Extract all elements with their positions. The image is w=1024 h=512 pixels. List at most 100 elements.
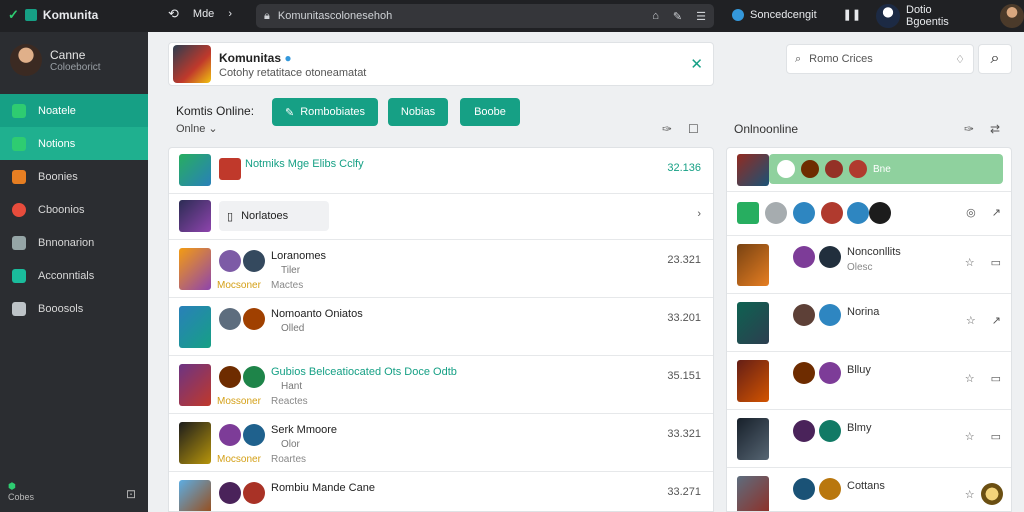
share-icon[interactable]: ↗ bbox=[992, 314, 1001, 327]
badge-icon[interactable] bbox=[981, 483, 1003, 505]
sub-tab[interactable]: ▯ Norlatoes bbox=[219, 201, 329, 231]
avatar bbox=[243, 424, 265, 446]
home-icon[interactable]: ⌂ bbox=[652, 10, 659, 23]
filter-pill[interactable]: Boobe bbox=[460, 98, 520, 126]
chat-icon[interactable]: ▭ bbox=[991, 256, 1001, 269]
edit-icon[interactable]: ✎ bbox=[673, 10, 682, 23]
list-item[interactable]: Cottans ☆▭ bbox=[727, 468, 1011, 511]
nav-label[interactable]: Mde bbox=[193, 8, 214, 20]
list-item[interactable]: Nonconllits Olesc ☆ ▭ bbox=[727, 236, 1011, 294]
menu-icon[interactable]: ☰ bbox=[696, 10, 706, 23]
avatar bbox=[243, 482, 265, 504]
item-title: Blmy bbox=[847, 422, 872, 434]
bell-icon[interactable]: ♢ bbox=[955, 53, 965, 66]
file-icon: ▯ bbox=[227, 210, 234, 223]
share-icon[interactable]: ↗ bbox=[992, 206, 1001, 219]
pin-icon[interactable]: ✑ bbox=[662, 122, 672, 136]
list-item[interactable]: Nomoanto Oniatos Olled 33.201 bbox=[169, 298, 713, 356]
profile-card[interactable]: Canne Coloeborict bbox=[10, 44, 101, 76]
item-count: 33.201 bbox=[667, 312, 701, 324]
swap-icon[interactable]: ⇄ bbox=[990, 122, 1000, 136]
list-item[interactable]: ◎ ↗ bbox=[727, 192, 1011, 236]
search-input[interactable]: ⌕ Romo Crices ♢ bbox=[786, 44, 974, 74]
game-thumbnail bbox=[737, 154, 769, 186]
sidebar-item-boonies[interactable]: Boonies bbox=[0, 160, 148, 193]
item-count: 33.321 bbox=[667, 428, 701, 440]
chevron-right-icon[interactable]: › bbox=[228, 8, 232, 20]
star-icon[interactable]: ☆ bbox=[966, 314, 976, 327]
avatar bbox=[793, 420, 815, 442]
page-subtitle: Cotohy retatitace otoneamatat bbox=[219, 67, 367, 79]
game-thumbnail bbox=[179, 480, 211, 511]
extension-label: Soncedcengit bbox=[750, 8, 817, 21]
search-icon: ⌕ bbox=[795, 52, 802, 65]
star-icon[interactable]: ☆ bbox=[965, 430, 975, 443]
chat-icon[interactable]: ☐ bbox=[688, 122, 699, 136]
sidebar-item-label: Noatele bbox=[38, 104, 76, 117]
list-item[interactable]: Loranomes Tiler Mocsoner Mactes 23.321 bbox=[169, 240, 713, 298]
list-item[interactable]: Gubios Belceatiocated Ots Doce Odtb Hant… bbox=[169, 356, 713, 414]
tool-icon bbox=[12, 301, 26, 316]
filter-pill-label: Rombobiates bbox=[300, 106, 366, 118]
avatar bbox=[219, 308, 241, 330]
list-item[interactable]: ▯ Norlatoes › bbox=[169, 194, 713, 240]
sidebar-item-bnnonarion[interactable]: Bnnonarion bbox=[0, 226, 148, 259]
check-icon: ✓ bbox=[8, 7, 19, 22]
sidebar-menu: Noatele Notions Boonies Cboonios Bnnonar… bbox=[0, 94, 148, 325]
online-banner[interactable]: Bne bbox=[769, 154, 1003, 184]
avatar bbox=[793, 246, 815, 268]
list-item[interactable]: Norina ☆ ↗ bbox=[727, 294, 1011, 352]
expand-icon[interactable]: ⊡ bbox=[126, 487, 136, 502]
back-icon[interactable]: ⟲ bbox=[168, 6, 179, 22]
search-text: Romo Crices bbox=[809, 53, 873, 65]
star-icon[interactable]: ☆ bbox=[965, 372, 975, 385]
brand-label: Komunita bbox=[42, 8, 99, 22]
list-item[interactable]: Bne bbox=[727, 148, 1011, 192]
chevron-right-icon[interactable]: › bbox=[697, 208, 701, 220]
star-icon[interactable]: ☆ bbox=[965, 488, 975, 501]
sidebar: Canne Coloeborict Noatele Notions Boonie… bbox=[0, 32, 148, 512]
sidebar-item-booosols[interactable]: Booosols bbox=[0, 292, 148, 325]
app-brand[interactable]: ✓ Komunita bbox=[8, 7, 98, 23]
list-item[interactable]: Notmiks Mge Elibs Cclfy 32.136 bbox=[169, 148, 713, 194]
address-bar[interactable]: 🔒︎ Komunitascolonesehoh ⌂ ✎ ☰ bbox=[256, 4, 714, 28]
avatar bbox=[819, 478, 841, 500]
filter-sub[interactable]: Onlne ⌄ bbox=[176, 122, 218, 135]
chat-icon[interactable]: ▭ bbox=[991, 430, 1001, 443]
profile-avatar[interactable] bbox=[1000, 4, 1024, 28]
item-sub: Tiler bbox=[281, 265, 301, 276]
search-button[interactable]: ⌕ bbox=[978, 44, 1012, 74]
pause-icon[interactable]: ❚❚ bbox=[843, 8, 861, 21]
avatar bbox=[825, 160, 843, 178]
star-icon[interactable]: ☆ bbox=[965, 256, 975, 269]
game-thumbnail bbox=[737, 418, 769, 460]
game-thumbnail bbox=[737, 476, 769, 511]
sidebar-item-cboonios[interactable]: Cboonios bbox=[0, 193, 148, 226]
filter-pill[interactable]: Nobias bbox=[388, 98, 448, 126]
chat-icon[interactable]: ▭ bbox=[991, 372, 1001, 385]
game-thumbnail bbox=[179, 306, 211, 348]
sidebar-item-notions[interactable]: Notions bbox=[0, 127, 148, 160]
sidebar-item-acconntials[interactable]: Acconntials bbox=[0, 259, 148, 292]
sidebar-item-noatele[interactable]: Noatele bbox=[0, 94, 148, 127]
list-item[interactable]: Serk Mmoore Olor Mocsoner Roartes 33.321 bbox=[169, 414, 713, 472]
item-title: Blluy bbox=[847, 364, 871, 376]
close-icon[interactable]: ✕ bbox=[690, 55, 703, 73]
address-text: Komunitascolonesehoh bbox=[277, 10, 393, 22]
sidebar-item-label: Boonies bbox=[38, 170, 78, 183]
pin-icon[interactable]: ✑ bbox=[964, 122, 974, 136]
list-item[interactable]: Blluy ☆ ▭ bbox=[727, 352, 1011, 410]
list-item[interactable]: Blmy ☆ ▭ bbox=[727, 410, 1011, 468]
avatar bbox=[737, 202, 759, 224]
sidebar-item-label: Acconntials bbox=[38, 269, 95, 282]
game-thumbnail bbox=[179, 364, 211, 406]
filter-pill[interactable]: ✎ Rombobiates bbox=[272, 98, 378, 126]
user-menu[interactable]: Dotio Bgoentis bbox=[876, 4, 1024, 28]
profile-name: Canne bbox=[50, 47, 86, 62]
item-tag: Mactes bbox=[271, 280, 304, 291]
list-item[interactable]: Rombiu Mande Cane 33.271 bbox=[169, 472, 713, 511]
bottom-item[interactable]: ⬢ Cobes bbox=[8, 481, 34, 502]
extension-area[interactable]: Soncedcengit ❚❚ bbox=[732, 8, 861, 21]
avatar bbox=[819, 246, 841, 268]
target-icon[interactable]: ◎ bbox=[966, 206, 976, 219]
